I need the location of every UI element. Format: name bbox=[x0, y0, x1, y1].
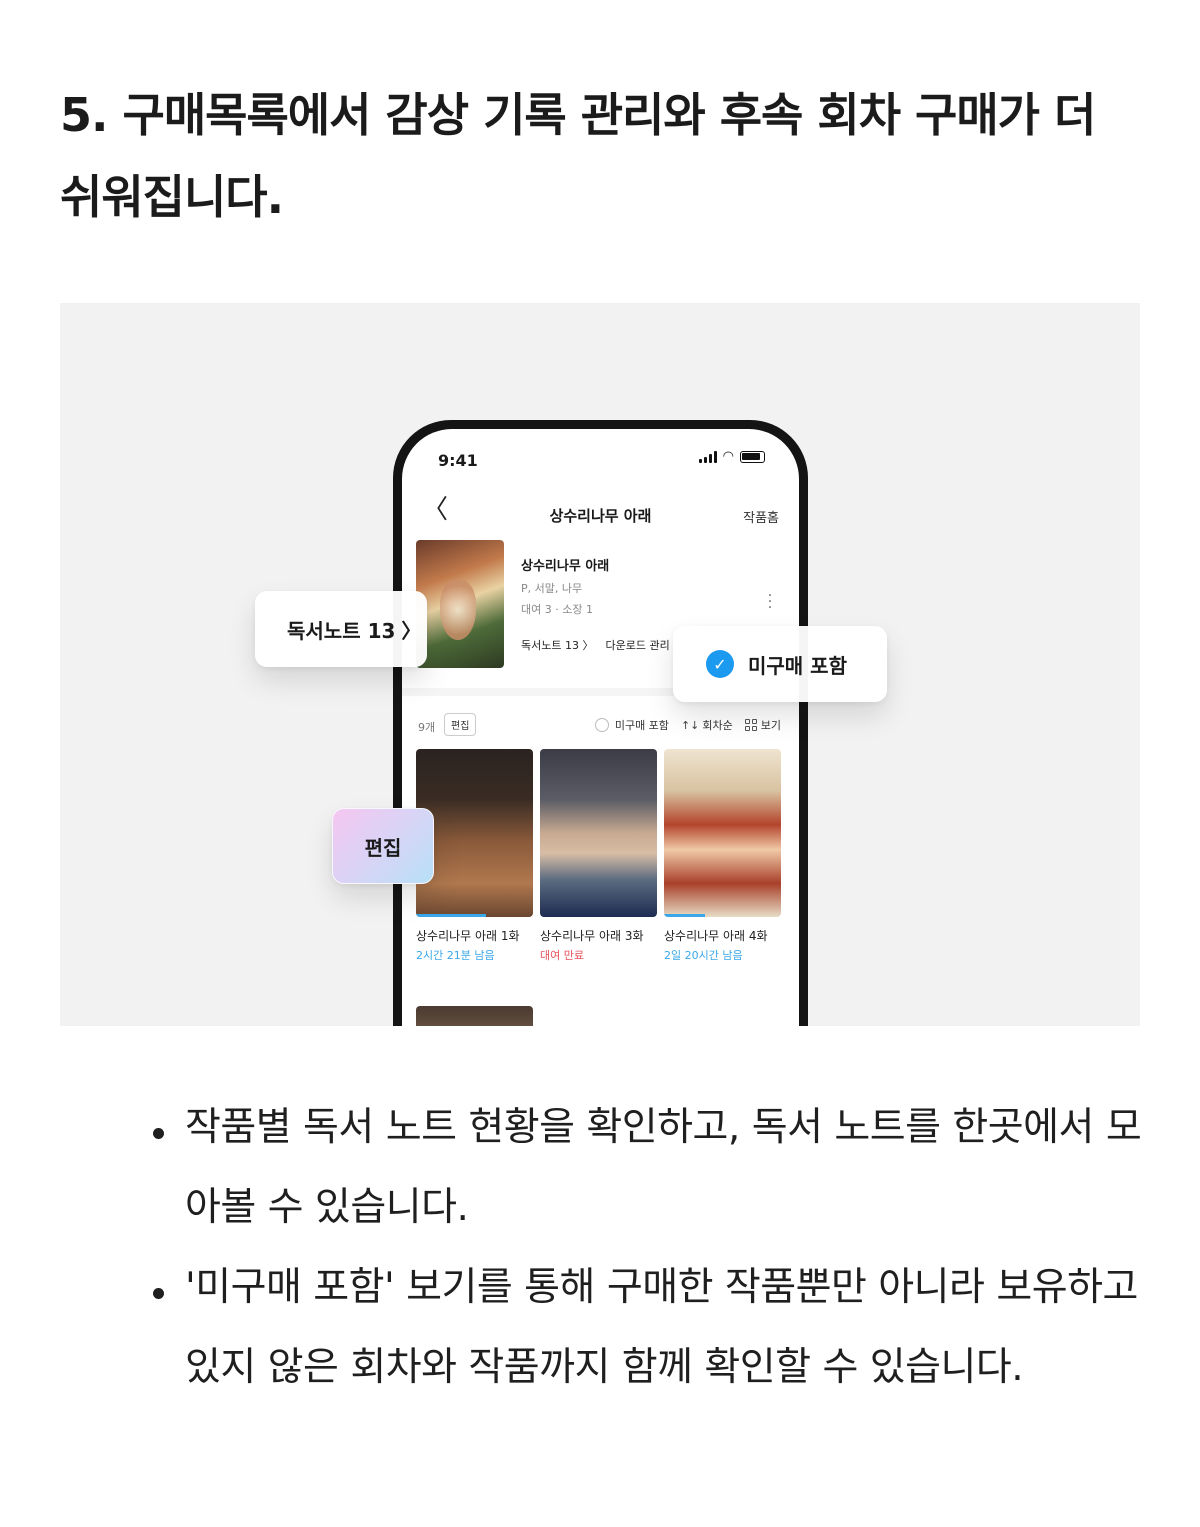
battery-icon bbox=[740, 451, 765, 463]
episode-status: 2시간 21분 남음 bbox=[416, 949, 495, 962]
progress-bar bbox=[416, 914, 487, 917]
episode-status: 2일 20시간 남음 bbox=[664, 949, 743, 962]
check-icon: ✓ bbox=[706, 650, 734, 678]
view-button[interactable]: 보기 bbox=[744, 717, 781, 733]
edit-button[interactable]: 편집 bbox=[444, 713, 477, 736]
download-manage-link[interactable]: 다운로드 관리 bbox=[605, 637, 669, 653]
sort-icon: ↑↓ bbox=[680, 718, 700, 732]
hero-image: 9:41 ◠ 〈 상수리나무 아래 작품홈 상수리나무 아래 P, 서말, 나무… bbox=[60, 303, 1140, 1026]
callout-label: 독서노트 13 bbox=[287, 618, 396, 643]
chevron-right-icon: 〉 bbox=[401, 618, 422, 643]
unpaid-toggle[interactable]: 미구매 포함 bbox=[594, 717, 669, 733]
episode-thumbnail bbox=[664, 749, 781, 917]
list-item: '미구매 포함' 보기를 통해 구매한 작품뿐만 아니라 보유하고 있지 않은 … bbox=[150, 1248, 1150, 1408]
episode-count: 9개 bbox=[418, 721, 436, 734]
reading-notes-link[interactable]: 독서노트 13 〉 bbox=[521, 637, 593, 653]
grid-icon bbox=[744, 719, 757, 731]
sort-label: 회차순 bbox=[702, 719, 733, 732]
episode-title: 상수리나무 아래 4화 bbox=[664, 929, 768, 943]
episode-title: 상수리나무 아래 3화 bbox=[540, 929, 644, 943]
phone-screen: 9:41 ◠ 〈 상수리나무 아래 작품홈 상수리나무 아래 P, 서말, 나무… bbox=[402, 429, 799, 1026]
list-item: 작품별 독서 노트 현황을 확인하고, 독서 노트를 한곳에서 모아볼 수 있습… bbox=[150, 1088, 1150, 1248]
section-heading: 5. 구매목록에서 감상 기록 관리와 후속 회차 구매가 더 쉬워집니다. bbox=[60, 88, 1096, 224]
progress-bar bbox=[664, 914, 705, 917]
view-label: 보기 bbox=[760, 719, 781, 732]
unpaid-callout: ✓ 미구매 포함 bbox=[673, 626, 887, 702]
callout-label: 미구매 포함 bbox=[748, 653, 847, 678]
edit-callout: 편집 bbox=[332, 808, 434, 884]
sort-button[interactable]: ↑↓ 회차순 bbox=[681, 717, 733, 733]
work-ownership: 대여 3 · 소장 1 bbox=[521, 603, 593, 616]
episode-thumbnail bbox=[540, 749, 657, 917]
work-title: 상수리나무 아래 bbox=[521, 559, 610, 574]
feature-list: 작품별 독서 노트 현황을 확인하고, 독서 노트를 한곳에서 모아볼 수 있습… bbox=[150, 1088, 1150, 1408]
signal-icon bbox=[698, 451, 717, 463]
reading-notes-callout: 독서노트 13 〉 bbox=[255, 591, 427, 667]
more-options-icon[interactable]: · · · bbox=[767, 589, 773, 615]
unpaid-label: 미구매 포함 bbox=[614, 719, 669, 732]
episode-thumbnail[interactable] bbox=[416, 1006, 533, 1026]
status-time: 9:41 bbox=[438, 451, 478, 470]
callout-label: 편집 bbox=[364, 835, 402, 860]
nav-title: 상수리나무 아래 bbox=[549, 507, 652, 525]
episode-title: 상수리나무 아래 1화 bbox=[416, 929, 520, 943]
episode-status: 대여 만료 bbox=[540, 949, 584, 962]
list-toolbar: 미구매 포함 ↑↓ 회차순 보기 bbox=[594, 717, 781, 733]
work-cover-image[interactable] bbox=[416, 540, 504, 668]
work-links: 독서노트 13 〉 다운로드 관리 bbox=[521, 637, 670, 653]
wifi-icon: ◠ bbox=[722, 449, 734, 464]
work-home-link[interactable]: 작품홈 bbox=[743, 507, 779, 526]
phone-mockup: 9:41 ◠ 〈 상수리나무 아래 작품홈 상수리나무 아래 P, 서말, 나무… bbox=[393, 420, 808, 1026]
radio-icon bbox=[594, 718, 609, 732]
episode-card[interactable]: 상수리나무 아래 4화 2일 20시간 남음 bbox=[664, 749, 781, 965]
work-authors: P, 서말, 나무 bbox=[521, 582, 583, 595]
episode-card[interactable]: 상수리나무 아래 3화 대여 만료 bbox=[540, 749, 657, 965]
status-icons: ◠ bbox=[698, 449, 765, 464]
